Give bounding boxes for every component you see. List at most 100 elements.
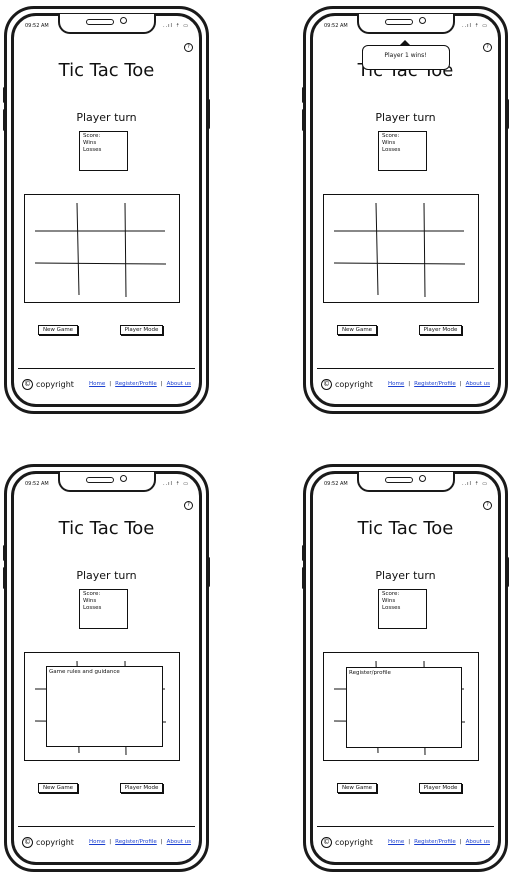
- player-mode-button[interactable]: Player Mode: [419, 783, 462, 793]
- player-mode-button[interactable]: Player Mode: [120, 325, 163, 335]
- notch: [57, 14, 156, 34]
- about-us-link[interactable]: About us: [466, 381, 490, 387]
- status-time: 09:52 AM: [324, 23, 348, 29]
- copyright-label: copyright: [335, 380, 373, 389]
- side-button: [302, 545, 305, 561]
- score-losses: Losses: [382, 147, 401, 153]
- status-icons: ..ıl ⇡ ▭: [162, 23, 189, 29]
- speaker-icon: [85, 477, 114, 483]
- copyright-label: copyright: [36, 838, 74, 847]
- status-time: 09:52 AM: [324, 481, 348, 487]
- score-box: Score: Wins Losses: [79, 589, 128, 629]
- about-us-link[interactable]: About us: [167, 381, 191, 387]
- new-game-button[interactable]: New Game: [337, 325, 377, 335]
- score-losses: Losses: [83, 605, 102, 611]
- home-link[interactable]: Home: [89, 381, 105, 387]
- game-board[interactable]: Game rules and guidance: [24, 652, 180, 761]
- register-profile-dialog[interactable]: Register/profile: [346, 667, 462, 748]
- notch: [356, 14, 455, 34]
- new-game-button[interactable]: New Game: [38, 783, 78, 793]
- speaker-icon: [85, 19, 114, 25]
- home-link[interactable]: Home: [388, 839, 404, 845]
- about-us-link[interactable]: About us: [167, 839, 191, 845]
- phone-register-screen: 09:52 AM ..ıl ⇡ ▭ ? Tic Tac Toe Player t…: [302, 464, 509, 872]
- score-heading: Score:: [382, 133, 400, 139]
- copyright-label: copyright: [36, 380, 74, 389]
- screen: 09:52 AM ..ıl ⇡ ▭ ? Tic Tac Toe Player t…: [11, 13, 202, 407]
- side-button: [207, 99, 210, 129]
- score-wins: Wins: [83, 598, 97, 604]
- side-button: [302, 109, 305, 131]
- status-time: 09:52 AM: [25, 23, 49, 29]
- rules-dialog[interactable]: Game rules and guidance: [46, 666, 163, 747]
- new-game-button[interactable]: New Game: [38, 325, 78, 335]
- board-grid: [333, 202, 466, 298]
- side-button: [302, 567, 305, 589]
- phone-rules-screen: 09:52 AM ..ıl ⇡ ▭ ? Tic Tac Toe Player t…: [3, 464, 210, 872]
- side-button: [302, 87, 305, 103]
- score-wins: Wins: [382, 140, 396, 146]
- footer: © copyright Home | Register/Profile | About u…: [18, 826, 195, 862]
- camera-icon: [119, 17, 127, 24]
- score-wins: Wins: [83, 140, 97, 146]
- new-game-button[interactable]: New Game: [337, 783, 377, 793]
- footer: © copyright Home | Register/Profile | About u…: [317, 826, 494, 862]
- game-board[interactable]: [24, 194, 180, 303]
- copyright: © copyright: [321, 837, 373, 848]
- game-board[interactable]: [323, 194, 479, 303]
- about-us-link[interactable]: About us: [466, 839, 490, 845]
- copyright-icon: ©: [22, 379, 33, 390]
- camera-icon: [418, 17, 426, 24]
- home-link[interactable]: Home: [388, 381, 404, 387]
- turn-label: Player turn: [76, 111, 137, 124]
- copyright: © copyright: [22, 837, 74, 848]
- register-profile-link[interactable]: Register/Profile: [115, 839, 157, 845]
- footer-links: Home | Register/Profile | About us: [89, 381, 191, 387]
- status-time: 09:52 AM: [25, 481, 49, 487]
- screen: 09:52 AM ..ıl ⇡ ▭ Player 1 wins! ? Tic T…: [310, 13, 501, 407]
- footer-links: Home | Register/Profile | About us: [388, 381, 490, 387]
- home-link[interactable]: Home: [89, 839, 105, 845]
- side-button: [506, 99, 509, 129]
- player-mode-button[interactable]: Player Mode: [419, 325, 462, 335]
- copyright-label: copyright: [335, 838, 373, 847]
- status-icons: ..ıl ⇡ ▭: [461, 23, 488, 29]
- help-icon[interactable]: ?: [483, 43, 492, 52]
- help-icon[interactable]: ?: [184, 43, 193, 52]
- status-icons: ..ıl ⇡ ▭: [162, 481, 189, 487]
- side-button: [3, 545, 6, 561]
- side-button: [506, 557, 509, 587]
- help-icon[interactable]: ?: [483, 501, 492, 510]
- speaker-icon: [384, 477, 413, 483]
- help-icon[interactable]: ?: [184, 501, 193, 510]
- side-button: [3, 87, 6, 103]
- footer-links: Home | Register/Profile | About us: [388, 839, 490, 845]
- status-icons: ..ıl ⇡ ▭: [461, 481, 488, 487]
- register-profile-link[interactable]: Register/Profile: [414, 381, 456, 387]
- score-heading: Score:: [382, 591, 400, 597]
- copyright-icon: ©: [321, 837, 332, 848]
- score-losses: Losses: [382, 605, 401, 611]
- footer: © copyright Home | Register/Profile | About u…: [18, 368, 195, 404]
- page-title: Tic Tac Toe: [58, 518, 155, 539]
- player-mode-button[interactable]: Player Mode: [120, 783, 163, 793]
- copyright: © copyright: [22, 379, 74, 390]
- camera-icon: [119, 475, 127, 482]
- win-notification: Player 1 wins!: [361, 40, 450, 70]
- notch: [57, 472, 156, 492]
- footer: © copyright Home | Register/Profile | About u…: [317, 368, 494, 404]
- page-title: Tic Tac Toe: [58, 60, 155, 81]
- speaker-icon: [384, 19, 413, 25]
- register-profile-link[interactable]: Register/Profile: [115, 381, 157, 387]
- camera-icon: [418, 475, 426, 482]
- turn-label: Player turn: [76, 569, 137, 582]
- register-profile-link[interactable]: Register/Profile: [414, 839, 456, 845]
- game-board[interactable]: Register/profile: [323, 652, 479, 761]
- score-heading: Score:: [83, 133, 101, 139]
- score-box: Score: Wins Losses: [79, 131, 128, 171]
- score-box: Score: Wins Losses: [378, 131, 427, 171]
- screen: 09:52 AM ..ıl ⇡ ▭ ? Tic Tac Toe Player t…: [11, 471, 202, 865]
- score-losses: Losses: [83, 147, 102, 153]
- turn-label: Player turn: [375, 569, 436, 582]
- copyright-icon: ©: [22, 837, 33, 848]
